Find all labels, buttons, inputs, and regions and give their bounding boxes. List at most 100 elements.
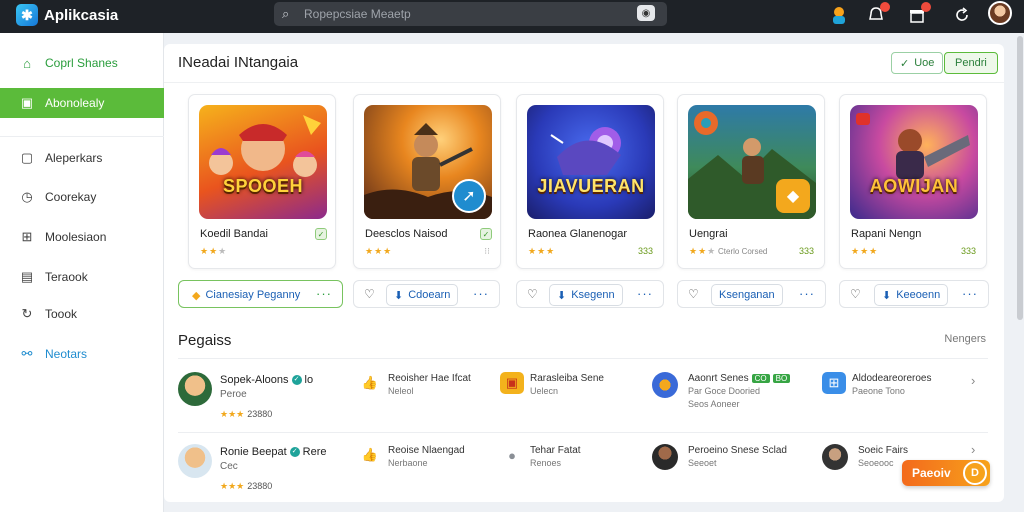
developer-subtitle: Peroe (220, 389, 247, 400)
rating-stars: ★★★ (851, 246, 879, 256)
sidebar-item-6[interactable]: ↻ Toook (0, 299, 164, 329)
rating-stars: ★★★ (528, 246, 556, 256)
feed-item-title: Rarasleiba Sene (530, 373, 604, 384)
game-card[interactable]: ◆ Uengrai ★★★ Cterlo Corsed 333 (677, 94, 825, 269)
search-input[interactable]: Ropepcsiae Meaetp (304, 7, 411, 21)
game-card[interactable]: AOWIJAN Rapani Nengn ★★★ 333 (839, 94, 987, 269)
heart-icon[interactable]: ♡ (688, 287, 699, 301)
feed-item-title: Tehar Fatat (530, 445, 581, 456)
card-action-label: Keeoenn (896, 289, 941, 301)
heart-icon[interactable]: ♡ (527, 287, 538, 301)
feed-item[interactable]: ⊞ Aldodeareoreroes Paeone Tono (822, 372, 962, 412)
developer-avatar[interactable] (178, 372, 212, 406)
card-action-bar: ♡ ⬇ Cdoearn ··· (353, 280, 500, 308)
trophy-icon: ◆ (776, 179, 810, 213)
download-icon: ⬇ (882, 289, 892, 302)
developer-row[interactable]: Ronie Beepat ✓ Rere Cec ★★★ 23880 (178, 444, 348, 494)
game-title: Koedil Bandai (200, 228, 268, 240)
filter-button[interactable]: ✓ Uoe (891, 52, 944, 74)
heart-icon[interactable]: ♡ (850, 287, 861, 301)
installed-icon: ✓ (480, 228, 492, 240)
image-icon: ▣ (20, 95, 34, 110)
elephant-icon: ● (508, 447, 516, 463)
developer-subtitle: Cec (220, 461, 238, 472)
card-action-label: Ksenganan (719, 289, 775, 301)
camera-icon[interactable]: ◉ (637, 5, 655, 21)
notification-badge (880, 2, 890, 12)
more-options-icon[interactable]: ··· (316, 286, 332, 301)
user-avatar[interactable] (988, 1, 1012, 25)
sidebar-item-2[interactable]: ▢ Aleperkars (0, 143, 164, 173)
sidebar-item-4[interactable]: ⊞ Moolesiaon (0, 222, 164, 252)
more-options-icon[interactable]: ··· (473, 286, 489, 301)
more-options-icon[interactable]: ··· (962, 286, 978, 301)
feed-item-title: Reoise Nlaengad (388, 445, 465, 456)
sidebar-item-5[interactable]: ▤ Teraook (0, 262, 164, 292)
see-all-link[interactable]: Nengers (944, 333, 986, 345)
refresh-icon: ↻ (21, 306, 33, 321)
app-logo[interactable]: ✱ Aplikcasia (16, 4, 118, 26)
apps-icon: ⊞ (822, 372, 846, 394)
game-art-image[interactable]: ◆ (688, 105, 816, 219)
sidebar: ⌂ Coprl Shanes ▣ Abonolealy ▢ Aleperkars… (0, 33, 164, 512)
feed-item[interactable]: Peroeino Snese Sclad Seeoet (652, 444, 822, 484)
figure-icon[interactable] (828, 4, 850, 26)
feed-item[interactable]: Aaonrt Senes CO BO Par Goce Dooried Seos A… (652, 372, 822, 416)
card-action-button[interactable]: ⬇ Cdoearn (386, 284, 459, 306)
game-card[interactable]: JIAVUERAN Raonea Glanenogar ★★★ 333 (516, 94, 664, 269)
feed-item[interactable]: ▣ Rarasleiba Sene Uelecn (500, 372, 630, 412)
scrollbar[interactable] (1017, 36, 1023, 320)
primary-button-label: Pendri (955, 57, 987, 69)
feed-item-subtitle: Uelecn (530, 386, 559, 396)
developer-avatar[interactable] (178, 444, 212, 478)
card-action-bar: ♡ ⬇ Keeoenn ··· (839, 280, 989, 308)
sidebar-item-7[interactable]: ⚯ Neotars (0, 339, 164, 369)
sidebar-item-home[interactable]: ⌂ Coprl Shanes (0, 48, 164, 78)
floating-action-button[interactable]: Paeoiv D (902, 460, 990, 486)
game-card[interactable]: ➚ Deesclos Naisod ✓ ★★★ ⁝⁝ (353, 94, 501, 269)
gift-badge (921, 2, 931, 12)
card-action-button[interactable]: Ksenganan (711, 284, 783, 306)
feed-item[interactable]: 👍 Reoisher Hae Ifcat Neleol (358, 372, 488, 412)
gift-icon[interactable] (906, 2, 931, 26)
heart-icon[interactable]: ♡ (364, 287, 375, 301)
card-action-button[interactable]: ◆ Cianesiay Peganny (185, 284, 308, 306)
developer-row[interactable]: Sopek-Aloons ✓ lo Peroe ★★★ 23880 (178, 372, 348, 422)
game-art-image[interactable]: ➚ (364, 105, 492, 219)
feed-item-subtitle: Par Goce Dooried (688, 386, 761, 396)
main-panel: INeadai INtangaia ✓ Uoe Pendri SPOOEH Ko… (164, 44, 1004, 502)
game-art-title: SPOOEH (222, 176, 304, 196)
feed-item-title: Aldodeareoreroes (852, 373, 932, 384)
chevron-right-icon[interactable]: › (971, 442, 975, 457)
primary-button[interactable]: Pendri (944, 52, 998, 74)
more-options-icon[interactable]: ··· (799, 286, 815, 301)
feed-item[interactable]: 👍 Reoise Nlaengad Nerbaone (358, 444, 488, 484)
game-title: Rapani Nengn (851, 228, 922, 240)
chevron-right-icon[interactable]: › (971, 373, 975, 388)
developer-rating: ★★★ 23880 (220, 409, 273, 419)
feed-item[interactable]: ● Tehar Fatat Renoes (500, 444, 630, 484)
portrait-icon (822, 444, 848, 470)
game-art-image[interactable]: AOWIJAN (850, 105, 978, 219)
like-icon[interactable]: 👍 (358, 444, 382, 466)
card-action-button[interactable]: ⬇ Keeoenn (874, 284, 949, 306)
sidebar-item-active[interactable]: ▣ Abonolealy (0, 88, 164, 118)
game-art-image[interactable]: JIAVUERAN (527, 105, 655, 219)
like-icon[interactable]: 👍 (358, 372, 382, 394)
refresh-icon[interactable] (951, 4, 973, 26)
card-action-button[interactable]: ⬇ Ksegenn (549, 284, 623, 306)
game-meta: Cterlo Corsed (718, 247, 768, 256)
game-card[interactable]: SPOOEH Koedil Bandai ✓ ★★★ (188, 94, 336, 269)
search-bar[interactable]: ⌕ Ropepcsiae Meaetp ◉ (274, 2, 667, 26)
feed-item-subtitle-2: Seos Aoneer (688, 399, 740, 409)
game-art-image[interactable]: SPOOEH (199, 105, 327, 219)
developer-name: Sopek-Aloons ✓ lo (220, 374, 314, 386)
card-action-bar: ♡ ⬇ Ksegenn ··· (516, 280, 664, 308)
cube-icon: ▣ (500, 372, 524, 394)
download-icon: ⬇ (394, 289, 404, 302)
sidebar-item-label: Abonolealy (45, 96, 105, 110)
feed-item-subtitle: Neleol (388, 386, 414, 396)
notification-icon[interactable] (865, 2, 890, 26)
more-options-icon[interactable]: ··· (637, 286, 653, 301)
sidebar-item-3[interactable]: ◷ Coorekay (0, 182, 164, 212)
